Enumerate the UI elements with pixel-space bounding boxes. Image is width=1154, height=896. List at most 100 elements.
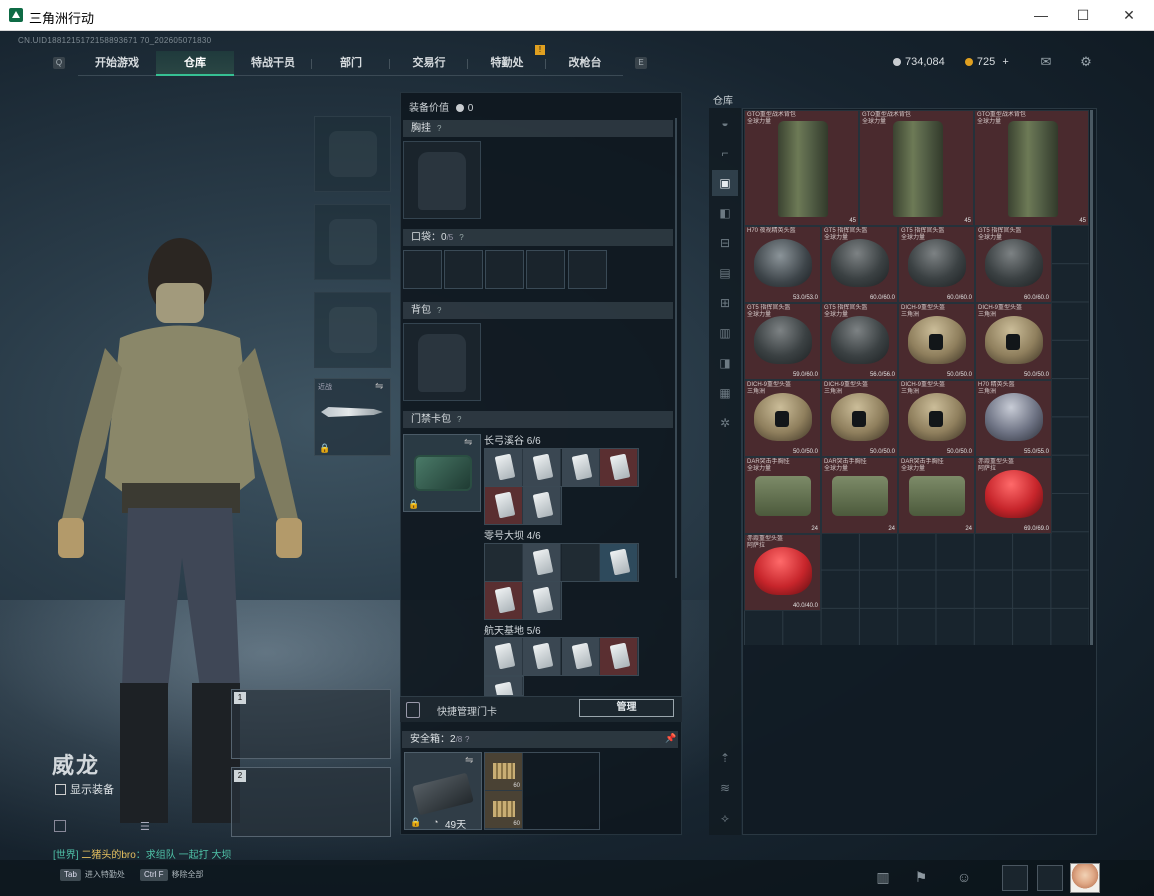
settings-category-icon[interactable]: ✲	[712, 410, 738, 436]
avatar[interactable]	[1070, 863, 1100, 893]
pocket-slot[interactable]	[568, 250, 607, 289]
keycard-item[interactable]	[523, 582, 561, 619]
help-icon[interactable]: ?	[437, 306, 441, 315]
warehouse-item-helmet[interactable]: GT5 指挥官头盔 全球力量 60.0/60.0	[898, 226, 975, 303]
warehouse-item-helmet[interactable]: GT5 指挥官头盔 全球力量 56.0/56.0	[821, 303, 898, 380]
keycard-item[interactable]	[600, 544, 638, 581]
armor-slot[interactable]	[314, 204, 391, 280]
keycard-item[interactable]	[600, 449, 638, 486]
friends-icon[interactable]: ☺	[955, 868, 973, 886]
keycard-item[interactable]	[523, 638, 561, 675]
help-icon[interactable]: ?	[457, 415, 461, 424]
warehouse-item-helmet[interactable]: H70 夜视精英头盔 53.0/53.0	[744, 226, 821, 303]
party-slot[interactable]	[1002, 865, 1028, 891]
screenshot-icon[interactable]	[54, 820, 66, 832]
close-button[interactable]: ✕	[1114, 6, 1144, 26]
keycard-item[interactable]	[485, 677, 523, 695]
weapon-category-icon[interactable]: ⌐	[712, 140, 738, 166]
layers-icon[interactable]: ≋	[712, 775, 738, 801]
keycard-case-item[interactable]: ⇋ 🔒	[403, 434, 481, 512]
warehouse-item-helmet[interactable]: DICH-9重型头盔 三角洲 50.0/50.0	[898, 380, 975, 457]
warehouse-item-helmet[interactable]: DICH-9重型头盔 三角洲 50.0/50.0	[975, 303, 1052, 380]
tab-start-game[interactable]: 开始游戏	[78, 51, 156, 76]
swap-icon[interactable]: ⇋	[375, 381, 383, 392]
hint-special-ops[interactable]: Tab 进入特勤处	[60, 869, 125, 881]
tools-category-icon[interactable]: ▥	[712, 320, 738, 346]
warehouse-item-backpack[interactable]: GTO重型战术背包 全球力量 45	[859, 110, 974, 226]
pocket-slot[interactable]	[403, 250, 442, 289]
nav-next-key[interactable]: E	[635, 57, 647, 69]
minimize-button[interactable]: —	[1026, 6, 1056, 26]
warehouse-item-chest-rig[interactable]: DAR突击手胸挂 全球力量 24	[744, 457, 821, 534]
pocket-slot[interactable]	[485, 250, 524, 289]
keycard-item[interactable]	[523, 544, 561, 581]
pistol-slot[interactable]	[314, 292, 391, 368]
melee-slot[interactable]: 近战 ⇋ 🔒	[314, 378, 391, 456]
swap-icon[interactable]: ⇋	[464, 437, 472, 448]
maximize-button[interactable]: ☐	[1068, 6, 1098, 26]
warehouse-item-chest-rig[interactable]: DAR突击手胸挂 全球力量 24	[821, 457, 898, 534]
warehouse-item-backpack[interactable]: GTO重型战术背包 全球力量 45	[744, 110, 859, 226]
keycard-item[interactable]	[523, 487, 561, 524]
keycard-item[interactable]	[485, 487, 523, 524]
warehouse-item-helmet[interactable]: DICH-9重型头盔 三角洲 50.0/50.0	[821, 380, 898, 457]
mail-icon[interactable]: ✉	[1038, 55, 1054, 69]
tab-gunsmith[interactable]: 改枪台	[546, 51, 624, 76]
pin-icon[interactable]: 📌	[665, 733, 676, 744]
keycard-item[interactable]	[562, 638, 600, 675]
helmet-slot[interactable]	[314, 116, 391, 192]
warehouse-item-helmet[interactable]: 赤霞重型头盔 阿萨拉 40.0/40.0	[744, 534, 821, 611]
sort-icon[interactable]: ⇡	[712, 745, 738, 771]
warehouse-item-helmet[interactable]: H70 精英头盔 三角洲 55.0/55.0	[975, 380, 1052, 457]
show-equipment-toggle[interactable]: 显示装备	[55, 781, 114, 797]
ammo-item[interactable]: 60	[485, 753, 523, 791]
pocket-slot[interactable]	[526, 250, 565, 289]
tab-trading[interactable]: 交易行	[390, 51, 468, 76]
party-slot[interactable]	[1037, 865, 1063, 891]
keycard-item[interactable]	[600, 638, 638, 675]
secondary-weapon-slot[interactable]: 2	[231, 767, 391, 837]
warehouse-item-helmet[interactable]: GT5 指挥官头盔 全球力量 60.0/60.0	[975, 226, 1052, 303]
help-icon[interactable]: ?	[465, 735, 469, 744]
help-icon[interactable]: ?	[437, 124, 441, 133]
helmet-category-icon[interactable]: ◒	[712, 110, 738, 136]
keycard-item[interactable]	[523, 449, 561, 486]
warehouse-item-chest-rig[interactable]: DAR突击手胸挂 全球力量 24	[898, 457, 975, 534]
flag-icon[interactable]: ⚑	[912, 868, 930, 886]
ammo-category-icon[interactable]: ▤	[712, 260, 738, 286]
hint-remove-all[interactable]: Ctrl F 移除全部	[140, 869, 204, 881]
gear-category-icon[interactable]: ▣	[712, 170, 738, 196]
safe-box-item[interactable]: ⇋ 🔒 ◔ 49天	[404, 752, 482, 831]
warehouse-scrollbar[interactable]	[1090, 110, 1093, 645]
medical-category-icon[interactable]: ⊞	[712, 290, 738, 316]
filter-icon[interactable]: ⟡	[712, 805, 738, 831]
warehouse-item-helmet[interactable]: GT5 指挥官头盔 全球力量 60.0/60.0	[821, 226, 898, 303]
warehouse-item-helmet[interactable]: DICH-9重型头盔 三角洲 50.0/50.0	[744, 380, 821, 457]
backpack-slot[interactable]	[403, 323, 481, 401]
primary-weapon-slot[interactable]: 1	[231, 689, 391, 759]
keycard-item[interactable]	[485, 638, 523, 675]
help-icon[interactable]: ?	[459, 233, 463, 242]
warehouse-item-backpack[interactable]: GTO重型战术背包 全球力量 45	[974, 110, 1089, 226]
ammo-item[interactable]: 60	[485, 791, 523, 829]
warehouse-item-helmet[interactable]: DICH-9重型头盔 三角洲 50.0/50.0	[898, 303, 975, 380]
keycard-empty-slot[interactable]	[562, 544, 600, 581]
warehouse-item-helmet[interactable]: GT5 指挥官头盔 全球力量 59.0/60.0	[744, 303, 821, 380]
collectibles-category-icon[interactable]: ◨	[712, 350, 738, 376]
keycard-item[interactable]	[485, 582, 523, 619]
gear-icon[interactable]: ⚙	[1078, 55, 1094, 69]
chest-rig-slot[interactable]	[403, 141, 481, 219]
manage-button[interactable]: 管理	[579, 699, 674, 717]
nav-prev-key[interactable]: Q	[53, 57, 65, 69]
attachment-category-icon[interactable]: ⊟	[712, 230, 738, 256]
warehouse-item-helmet[interactable]: 赤霞重型头盔 阿萨拉 69.0/69.0	[975, 457, 1052, 534]
tab-department[interactable]: 部门	[312, 51, 390, 76]
keycard-item[interactable]	[485, 449, 523, 486]
pocket-slot[interactable]	[444, 250, 483, 289]
stats-icon[interactable]: ▥	[874, 868, 892, 886]
keycard-empty-slot[interactable]	[485, 544, 523, 581]
tab-warehouse[interactable]: 仓库	[156, 51, 234, 76]
armor-category-icon[interactable]: ◧	[712, 200, 738, 226]
keys-category-icon[interactable]: ▦	[712, 380, 738, 406]
swap-icon[interactable]: ⇋	[465, 755, 473, 766]
